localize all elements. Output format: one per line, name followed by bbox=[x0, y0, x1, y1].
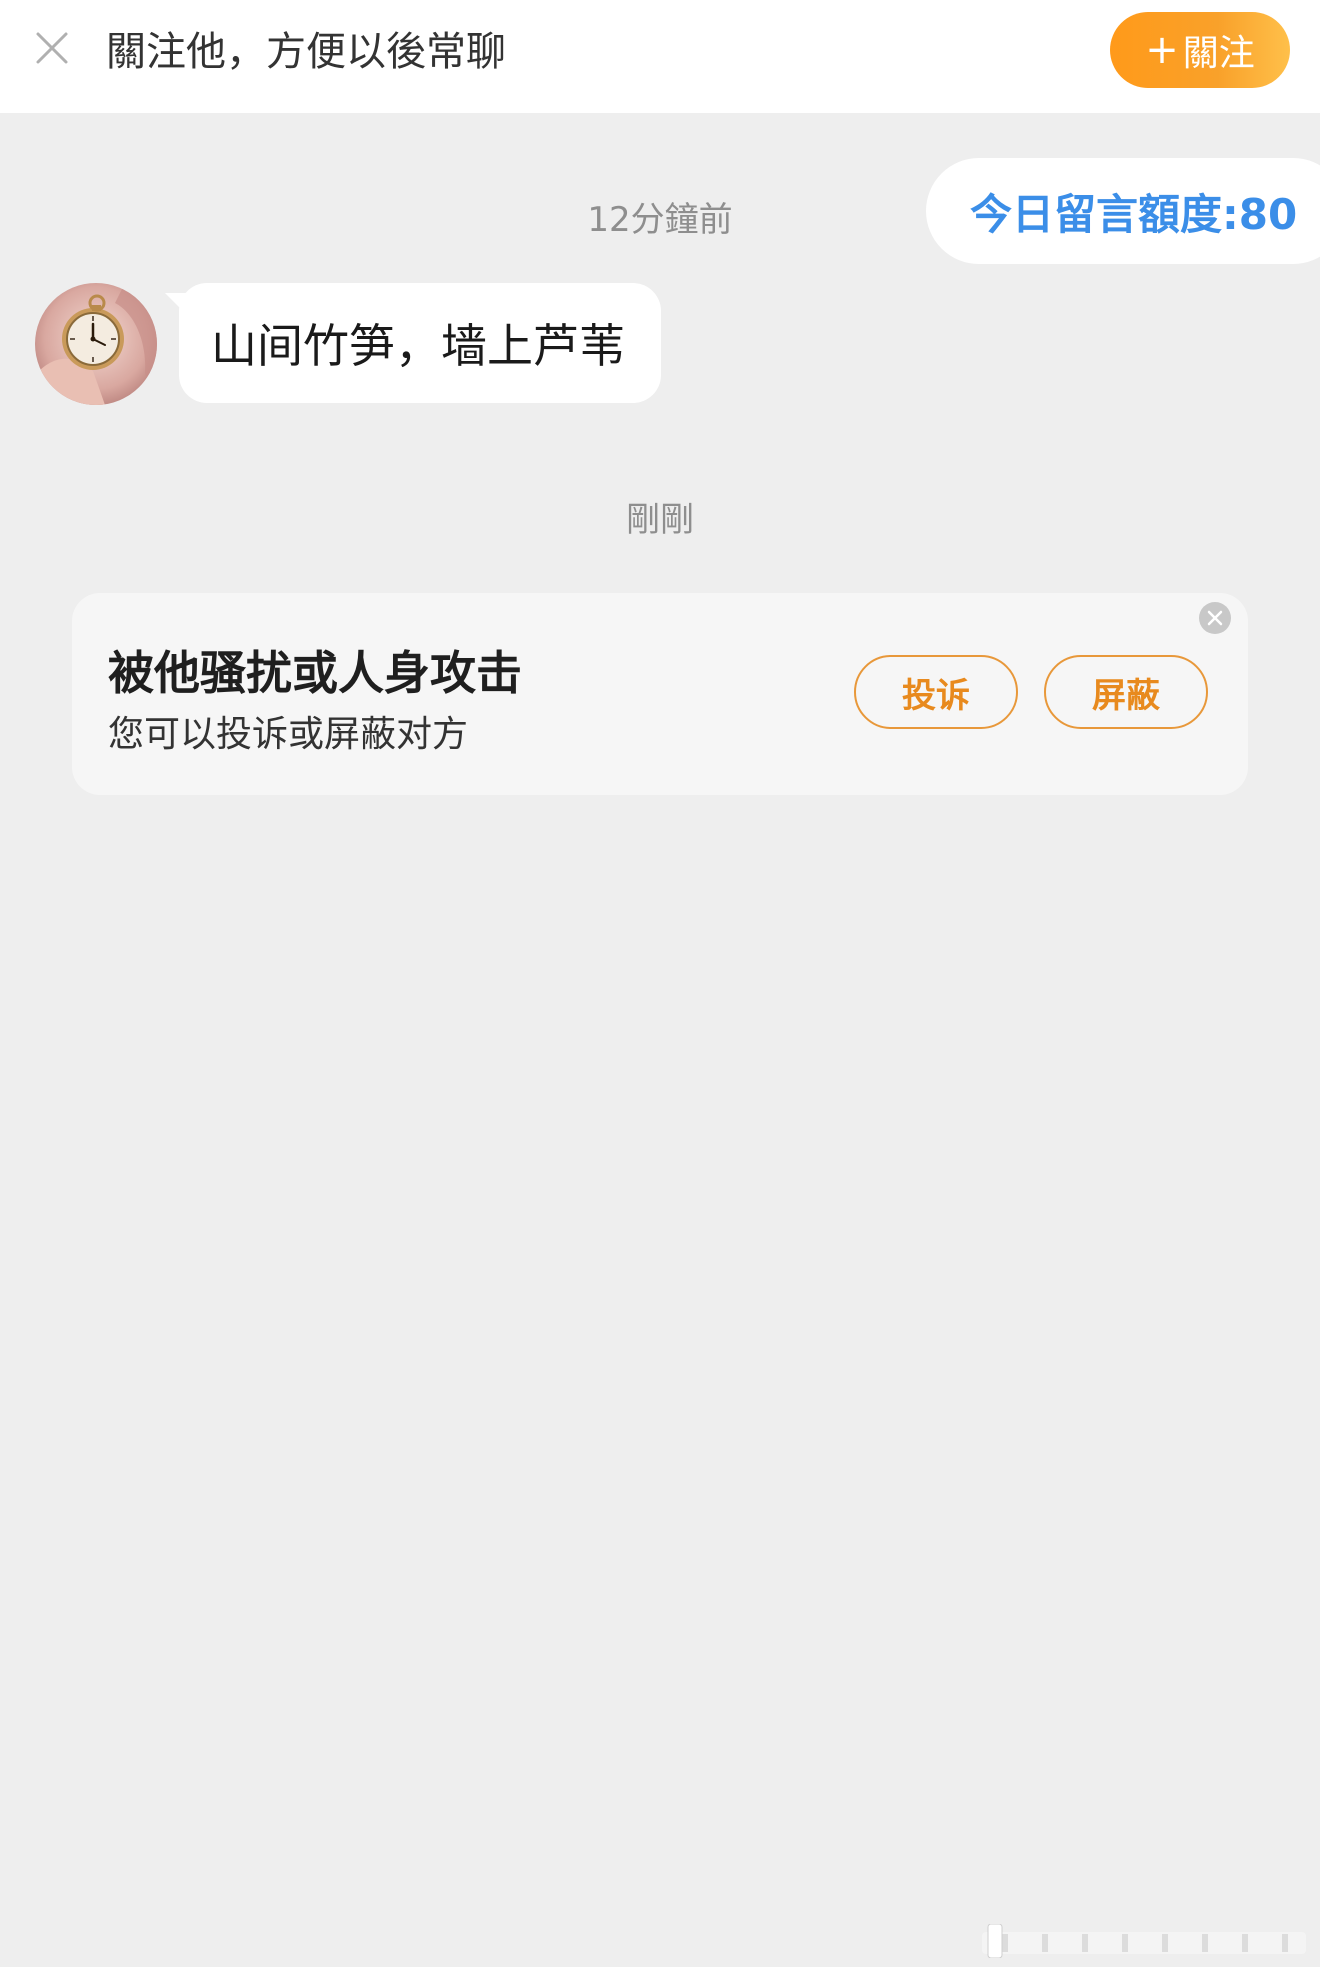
close-circle-icon bbox=[1199, 602, 1231, 634]
pocket-watch-avatar-icon bbox=[35, 283, 157, 405]
plus-icon: + bbox=[1145, 27, 1179, 73]
block-button[interactable]: 屏蔽 bbox=[1044, 655, 1208, 729]
message-timestamp: 12分鐘前 bbox=[587, 200, 733, 240]
follow-button[interactable]: + 關注 bbox=[1110, 12, 1290, 88]
close-button[interactable] bbox=[32, 28, 72, 68]
card-close-button[interactable] bbox=[1198, 601, 1232, 635]
card-subtitle: 您可以投诉或屏蔽对方 bbox=[108, 714, 469, 755]
harassment-report-card: 被他骚扰或人身攻击 您可以投诉或屏蔽对方 投诉 屏蔽 bbox=[72, 593, 1248, 795]
home-indicator-icon bbox=[982, 1923, 1306, 1959]
close-icon bbox=[36, 32, 68, 64]
follow-prompt-text: 關注他，方便以後常聊 bbox=[106, 29, 506, 75]
follow-prompt-bar: 關注他，方便以後常聊 + 關注 bbox=[0, 0, 1320, 113]
report-button[interactable]: 投诉 bbox=[854, 655, 1018, 729]
message-timestamp: 剛剛 bbox=[626, 500, 694, 540]
bubble-tail bbox=[165, 293, 187, 315]
message-text: 山间竹笋，墙上芦苇 bbox=[211, 319, 625, 373]
follow-button-label: 關注 bbox=[1182, 33, 1255, 74]
received-message-bubble[interactable]: 山间竹笋，墙上芦苇 bbox=[165, 283, 661, 403]
avatar[interactable] bbox=[35, 283, 157, 405]
home-indicator bbox=[982, 1923, 1306, 1959]
card-title: 被他骚扰或人身攻击 bbox=[108, 646, 522, 700]
